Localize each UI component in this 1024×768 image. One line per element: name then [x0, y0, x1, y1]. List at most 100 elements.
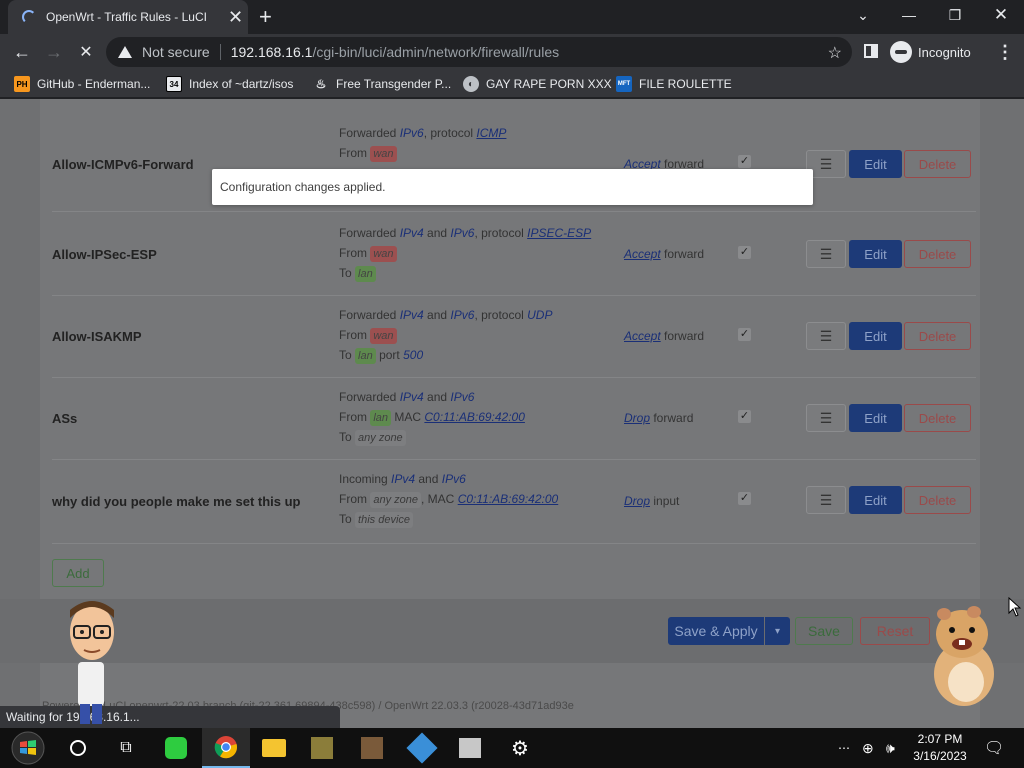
settings-gear-icon[interactable]: ⚙: [496, 728, 544, 768]
divider: [219, 44, 221, 60]
network-app-icon[interactable]: [398, 728, 446, 768]
page-icon: 34: [166, 76, 182, 92]
enable-checkbox[interactable]: ✓: [738, 410, 751, 423]
zone-badge: any zone: [370, 492, 421, 508]
drag-handle-button[interactable]: ☰: [806, 486, 846, 514]
bookmark-isos[interactable]: 34 Index of ~dartz/isos: [166, 75, 293, 93]
edit-button[interactable]: Edit: [849, 404, 902, 432]
reset-button[interactable]: Reset: [860, 617, 930, 645]
loading-spinner-icon: [22, 10, 36, 24]
notification-toast: Configuration changes applied.: [212, 169, 813, 205]
minimize-icon[interactable]: —: [886, 0, 932, 30]
new-tab-icon[interactable]: +: [259, 6, 272, 28]
side-panel-icon[interactable]: [864, 44, 878, 58]
rule-action: Drop forward: [624, 411, 694, 425]
rule-match: Forwarded IPv4 and IPv6, protocol UDP Fr…: [339, 308, 553, 364]
rule-action: Drop input: [624, 494, 680, 508]
system-clock[interactable]: 2:07 PM 3/16/2023: [906, 731, 974, 765]
delete-button[interactable]: Delete: [904, 322, 971, 350]
incognito-profile-button[interactable]: Incognito: [890, 40, 971, 64]
save-button[interactable]: Save: [795, 617, 853, 645]
chrome-icon: [214, 736, 238, 759]
bookmark-globe[interactable]: ◐ GAY RAPE PORN XXX: [463, 75, 612, 93]
hidden-icons-icon[interactable]: ⋯: [838, 728, 850, 768]
language-globe-icon[interactable]: ⊕: [862, 728, 874, 768]
stop-loading-icon[interactable]: ✕: [74, 40, 98, 64]
bookmark-label: FILE ROULETTE: [639, 77, 732, 91]
back-icon[interactable]: ←: [10, 40, 34, 64]
rule-action: Accept forward: [624, 329, 705, 343]
edit-button[interactable]: Edit: [849, 486, 902, 514]
table-row: why did you people make me set this up I…: [52, 460, 976, 544]
rule-name: why did you people make me set this up: [52, 494, 301, 509]
close-window-icon[interactable]: ✕: [978, 0, 1024, 30]
windows-logo-icon: [11, 731, 45, 765]
notifications-icon[interactable]: 🗨: [984, 728, 1004, 768]
drag-handle-button[interactable]: ☰: [806, 404, 846, 432]
save-apply-dropdown-icon[interactable]: ▾: [765, 617, 790, 645]
volume-icon[interactable]: 🕪: [886, 728, 895, 768]
drag-handle-button[interactable]: ☰: [806, 322, 846, 350]
zone-badge: lan: [355, 348, 376, 364]
url-path: /cgi-bin/luci/admin/network/firewall/rul…: [312, 44, 560, 60]
zone-badge: lan: [355, 266, 376, 282]
restore-icon[interactable]: ❐: [932, 0, 978, 30]
windows-taskbar: ⧉ ⚙ ⋯ ⊕ 🕪 2:07 PM 3/16/2023 🗨: [0, 728, 1024, 768]
green-app-icon[interactable]: [152, 728, 200, 768]
bookmark-file-roulette[interactable]: MFT FILE ROULETTE: [616, 75, 732, 93]
save-apply-button[interactable]: Save & Apply: [668, 617, 764, 645]
browser-tab[interactable]: OpenWrt - Traffic Rules - LuCI ✕: [8, 0, 248, 34]
enable-checkbox[interactable]: ✓: [738, 492, 751, 505]
bookmark-label: GAY RAPE PORN XXX: [486, 77, 612, 91]
edit-button[interactable]: Edit: [849, 240, 902, 268]
flame-icon: ♨: [313, 76, 329, 92]
clock-time: 2:07 PM: [917, 732, 963, 746]
clock-date: 3/16/2023: [913, 749, 967, 763]
table-row: ASs Forwarded IPv4 and IPv6 From lan MAC…: [52, 378, 976, 460]
rule-name: Allow-ICMPv6-Forward: [52, 157, 194, 172]
table-row: Allow-IPSec-ESP Forwarded IPv4 and IPv6,…: [52, 212, 976, 296]
bookmark-label: Index of ~dartz/isos: [189, 77, 294, 91]
mft-icon: MFT: [616, 76, 632, 92]
chrome-taskbar-icon[interactable]: [202, 728, 250, 768]
rule-match: Incoming IPv4 and IPv6 From any zone, MA…: [339, 472, 559, 528]
zone-badge: wan: [370, 146, 397, 162]
bookmark-github[interactable]: PH GitHub - Enderman...: [14, 75, 150, 93]
delete-button[interactable]: Delete: [904, 240, 971, 268]
file-explorer-icon[interactable]: [250, 728, 298, 768]
media-app-icon[interactable]: [348, 728, 396, 768]
search-taskbar-icon[interactable]: [54, 728, 102, 768]
zone-badge: this device: [355, 512, 414, 528]
game-app-icon[interactable]: [298, 728, 346, 768]
mouse-cursor-icon: [1008, 597, 1022, 617]
incognito-label: Incognito: [918, 44, 971, 60]
close-tab-icon[interactable]: ✕: [228, 8, 243, 26]
globe-icon: ◐: [463, 76, 479, 92]
bookmark-star-icon[interactable]: ☆: [828, 43, 842, 63]
browser-menu-icon[interactable]: ⋮: [996, 42, 1014, 63]
rule-match: Forwarded IPv4 and IPv6 From lan MAC C0:…: [339, 390, 525, 446]
rule-match: Forwarded IPv6, protocol ICMP From wan: [339, 126, 507, 162]
enable-checkbox[interactable]: ✓: [738, 246, 751, 259]
bookmark-free-trans[interactable]: ♨ Free Transgender P...: [313, 75, 451, 93]
tab-search-icon[interactable]: ⌄: [840, 0, 886, 30]
drag-handle-button[interactable]: ☰: [806, 240, 846, 268]
security-indicator[interactable]: Not secure: [142, 44, 210, 60]
add-rule-button[interactable]: Add: [52, 559, 104, 587]
bookmarks-bar: PH GitHub - Enderman... 34 Index of ~dar…: [0, 70, 1024, 98]
forward-icon[interactable]: →: [42, 40, 66, 64]
table-row: Allow-ISAKMP Forwarded IPv4 and IPv6, pr…: [52, 296, 976, 378]
delete-button[interactable]: Delete: [904, 150, 971, 178]
enable-checkbox[interactable]: ✓: [738, 155, 751, 168]
delete-button[interactable]: Delete: [904, 404, 971, 432]
task-view-icon[interactable]: ⧉: [102, 728, 150, 768]
cartoon-character-image: [70, 601, 114, 724]
archive-app-icon[interactable]: [446, 728, 494, 768]
start-button[interactable]: [4, 728, 52, 768]
delete-button[interactable]: Delete: [904, 486, 971, 514]
zone-badge: wan: [370, 246, 397, 262]
enable-checkbox[interactable]: ✓: [738, 328, 751, 341]
address-bar[interactable]: Not secure 192.168.16.1/cgi-bin/luci/adm…: [106, 37, 852, 67]
edit-button[interactable]: Edit: [849, 322, 902, 350]
edit-button[interactable]: Edit: [849, 150, 902, 178]
